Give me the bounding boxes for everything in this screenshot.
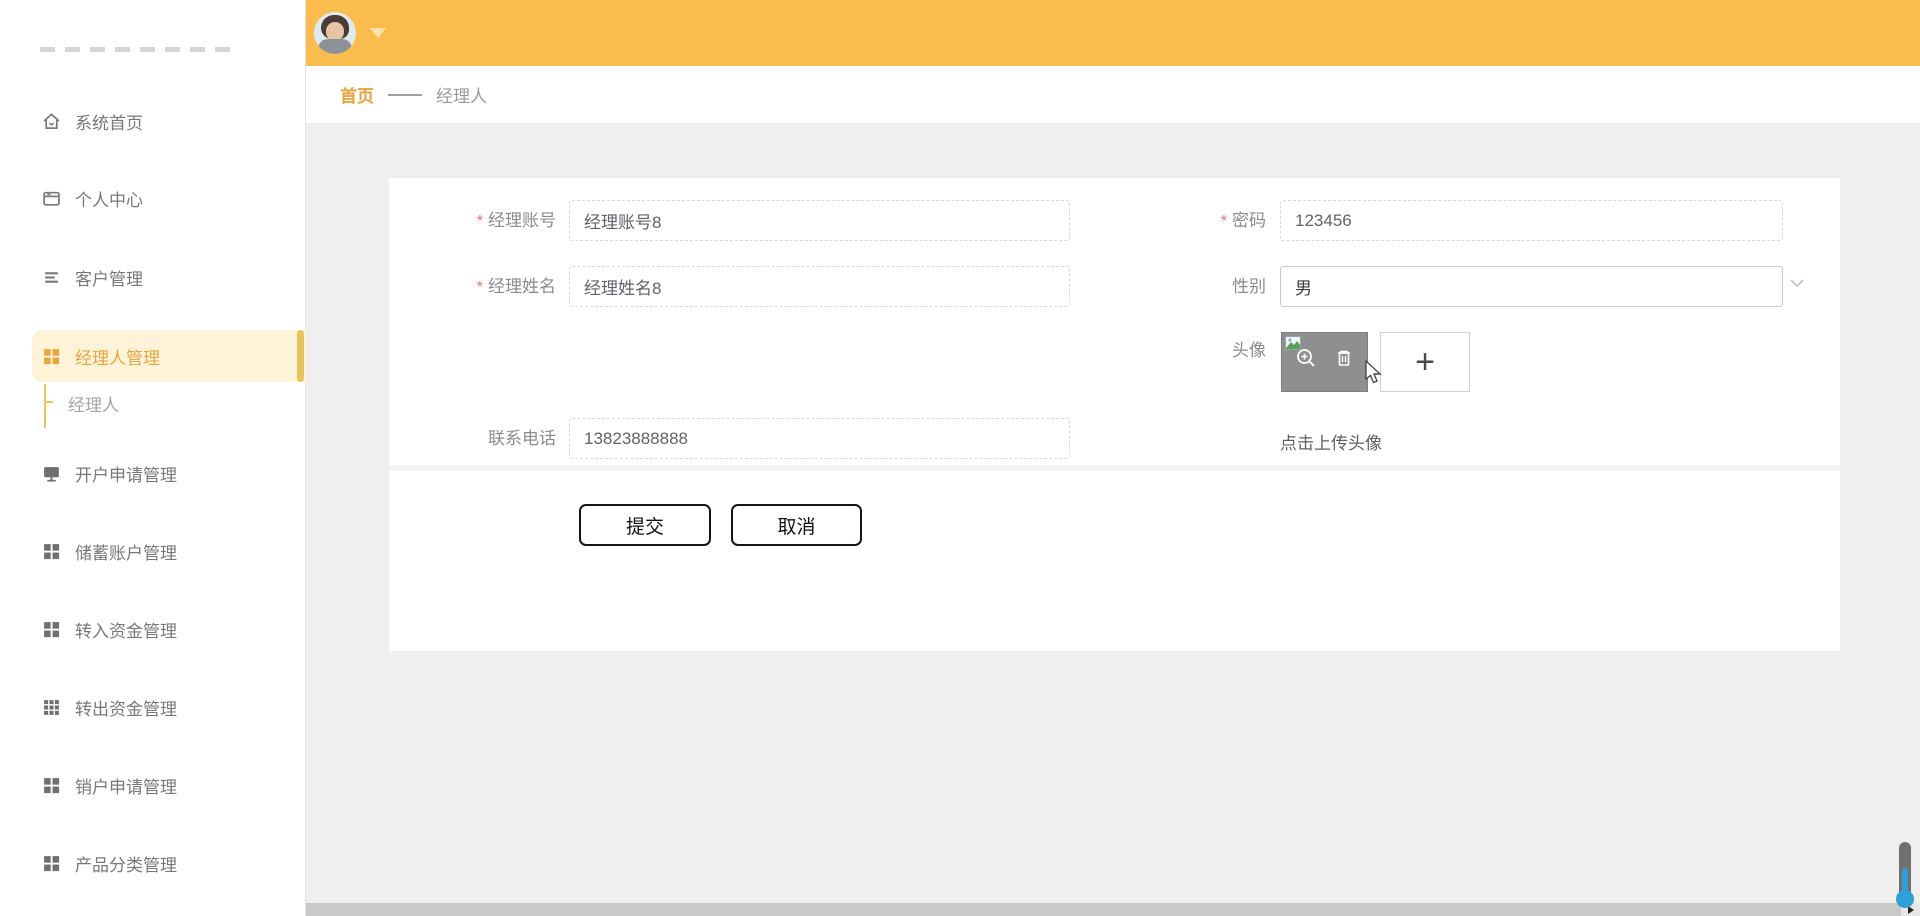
main-content: *经理账号 *密码 *经理姓名 性别 男 头像 bbox=[306, 123, 1920, 903]
grid-icon bbox=[42, 776, 61, 795]
plus-icon: + bbox=[1415, 343, 1435, 382]
delete-trash-icon[interactable] bbox=[1333, 347, 1355, 369]
required-asterisk: * bbox=[1221, 213, 1227, 230]
breadcrumb-home[interactable]: 首页 bbox=[340, 82, 374, 107]
sidebar-item-label: 系统首页 bbox=[75, 109, 143, 134]
avatar-shoulders bbox=[318, 39, 352, 54]
grid-icon bbox=[42, 620, 61, 639]
sidebar-item-customer-mgmt[interactable]: 客户管理 bbox=[0, 257, 306, 297]
gender-select[interactable]: 男 bbox=[1280, 266, 1783, 307]
sidebar-item-label: 产品分类管理 bbox=[75, 851, 177, 876]
sidebar-item-label: 个人中心 bbox=[75, 186, 143, 211]
grid9-icon bbox=[42, 698, 61, 717]
sidebar-item-manager-mgmt[interactable]: 经理人管理 bbox=[0, 336, 306, 376]
scroll-indicator-widget[interactable] bbox=[1896, 842, 1914, 908]
password-label: *密码 bbox=[1079, 200, 1266, 242]
horizontal-scrollbar[interactable] bbox=[306, 903, 1920, 916]
sidebar-item-close-account-mgmt[interactable]: 销户申请管理 bbox=[0, 765, 306, 805]
sidebar-item-transfer-in-mgmt[interactable]: 转入资金管理 bbox=[0, 609, 306, 649]
gender-value: 男 bbox=[1295, 274, 1312, 299]
sidebar-item-system-home[interactable]: 系统首页 bbox=[0, 101, 306, 141]
sidebar-item-savings-account-mgmt[interactable]: 储蓄账户管理 bbox=[0, 531, 306, 571]
breadcrumb-separator bbox=[388, 94, 422, 96]
cancel-button[interactable]: 取消 bbox=[731, 504, 862, 546]
avatar-label: 头像 bbox=[1079, 341, 1266, 361]
sidebar-item-label: 客户管理 bbox=[75, 265, 143, 290]
sidebar-item-personal-center[interactable]: 个人中心 bbox=[0, 178, 306, 218]
grid-icon bbox=[42, 542, 61, 561]
upload-hint-text: 点击上传头像 bbox=[1280, 429, 1382, 454]
account-label: *经理账号 bbox=[389, 200, 556, 242]
sidebar-item-product-category-mgmt[interactable]: 产品分类管理 bbox=[0, 843, 306, 883]
sidebar-item-label: 转出资金管理 bbox=[75, 695, 177, 720]
avatar-upload-button[interactable]: + bbox=[1380, 332, 1470, 392]
breadcrumb-current: 经理人 bbox=[436, 82, 487, 107]
sidebar-item-label: 转入资金管理 bbox=[75, 617, 177, 642]
sidebar-item-label: 销户申请管理 bbox=[75, 773, 177, 798]
sidebar-item-label: 储蓄账户管理 bbox=[75, 539, 177, 564]
zoom-in-icon[interactable] bbox=[1295, 347, 1317, 369]
chevron-down-icon[interactable] bbox=[1789, 278, 1805, 288]
sidebar: 系统首页 个人中心 客户管理 经理人管理 经理人 bbox=[0, 0, 306, 916]
submenu-tree-line bbox=[44, 384, 46, 428]
breadcrumb: 首页 经理人 bbox=[306, 66, 1920, 123]
phone-label: 联系电话 bbox=[389, 418, 556, 459]
name-input[interactable] bbox=[569, 266, 1070, 307]
phone-input[interactable] bbox=[569, 418, 1070, 459]
password-input[interactable] bbox=[1280, 200, 1783, 241]
user-avatar[interactable] bbox=[314, 12, 356, 54]
sidebar-subitem-label: 经理人 bbox=[68, 391, 119, 416]
home-icon bbox=[42, 112, 61, 131]
user-menu-caret-icon[interactable] bbox=[370, 28, 386, 38]
panel-icon bbox=[42, 189, 61, 208]
name-label: *经理姓名 bbox=[389, 266, 556, 308]
sidebar-item-transfer-out-mgmt[interactable]: 转出资金管理 bbox=[0, 687, 306, 727]
submit-button[interactable]: 提交 bbox=[579, 504, 711, 546]
section-divider bbox=[389, 465, 1840, 471]
sidebar-item-label: 开户申请管理 bbox=[75, 461, 177, 486]
submenu-tree-tick bbox=[44, 401, 53, 403]
app-logo-clipped bbox=[40, 47, 232, 52]
scroll-indicator-knob[interactable] bbox=[1896, 890, 1914, 908]
list-icon bbox=[42, 268, 61, 287]
avatar-thumbnail[interactable] bbox=[1281, 332, 1368, 392]
gender-label: 性别 bbox=[1079, 266, 1266, 307]
sidebar-item-label: 经理人管理 bbox=[75, 344, 160, 369]
required-asterisk: * bbox=[477, 213, 483, 230]
manager-edit-form-card: *经理账号 *密码 *经理姓名 性别 男 头像 bbox=[389, 178, 1840, 651]
top-header-bar bbox=[306, 0, 1920, 66]
monitor-icon bbox=[42, 464, 61, 483]
grid-icon bbox=[42, 854, 61, 873]
sidebar-subitem-manager[interactable]: 经理人 bbox=[68, 388, 119, 418]
grid-icon bbox=[42, 347, 61, 366]
account-input[interactable] bbox=[569, 200, 1070, 241]
sidebar-item-open-account-mgmt[interactable]: 开户申请管理 bbox=[0, 453, 306, 493]
required-asterisk: * bbox=[477, 279, 483, 296]
